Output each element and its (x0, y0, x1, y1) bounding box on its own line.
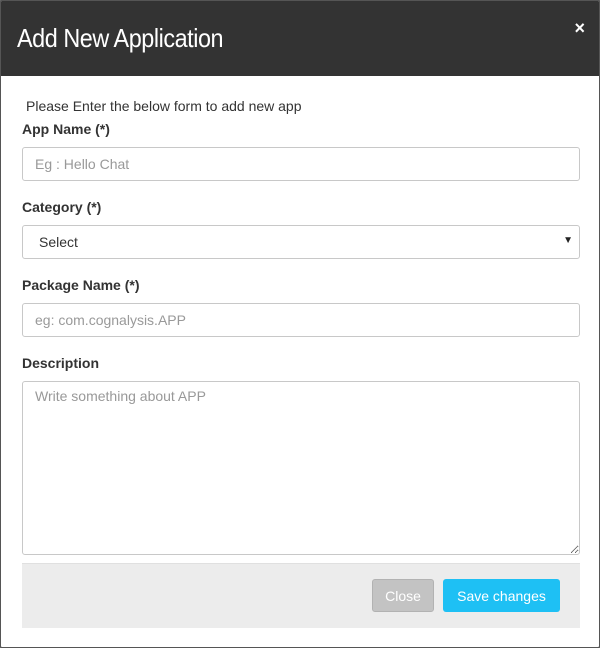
package-name-group: Package Name (*) (22, 277, 580, 337)
close-button[interactable]: Close (372, 579, 434, 612)
description-group: Description (22, 355, 580, 555)
category-label: Category (*) (22, 199, 102, 215)
app-name-input[interactable] (22, 147, 580, 181)
modal-header: Add New Application × (1, 1, 599, 76)
modal-title: Add New Application (17, 23, 224, 53)
app-name-group: App Name (*) (22, 121, 580, 181)
close-icon[interactable]: × (574, 19, 585, 37)
caret-down-icon: ▼ (563, 235, 573, 246)
category-group: Category (*) Select ▼ (22, 199, 580, 259)
add-application-modal: Add New Application × Please Enter the b… (0, 0, 600, 648)
save-changes-button[interactable]: Save changes (443, 579, 560, 612)
description-textarea[interactable] (22, 381, 580, 555)
package-name-input[interactable] (22, 303, 580, 337)
category-selected-value: Select (39, 234, 78, 250)
category-select[interactable]: Select ▼ (22, 225, 580, 259)
package-name-label: Package Name (*) (22, 277, 140, 293)
modal-body: Please Enter the below form to add new a… (1, 76, 599, 555)
modal-footer: Close Save changes (22, 563, 580, 628)
form-intro-text: Please Enter the below form to add new a… (26, 98, 302, 114)
app-name-label: App Name (*) (22, 121, 110, 137)
description-label: Description (22, 355, 100, 371)
